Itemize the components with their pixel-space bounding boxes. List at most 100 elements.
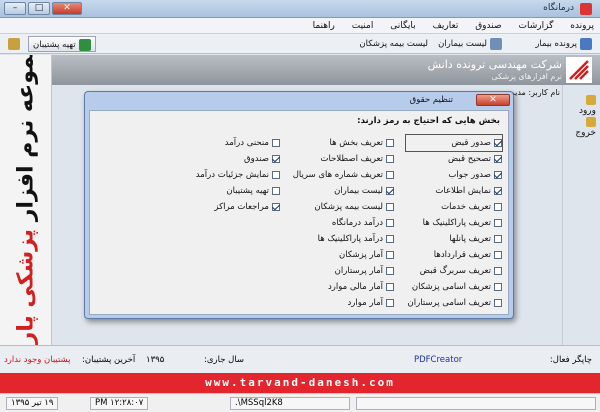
checkbox[interactable]	[272, 155, 280, 163]
permission-row[interactable]: لیست بیمه پزشکان	[294, 199, 394, 215]
permission-row[interactable]: آمار پزشکان	[294, 247, 394, 263]
permission-row[interactable]: درآمد درمانگاه	[294, 215, 394, 231]
patient-file-button[interactable]: پرونده بیمار	[535, 36, 592, 52]
permission-row[interactable]: تعریف شماره های سریال	[292, 167, 394, 183]
side-banner-part1: مجموعه نرم افزار	[13, 55, 39, 229]
product-line: نرم افزارهای پزشکی	[491, 72, 562, 81]
permission-row[interactable]: صدور قبض	[405, 134, 503, 152]
close-button[interactable]: ✕	[52, 2, 82, 15]
permission-row[interactable]: تعریف خدمات	[402, 199, 502, 215]
permission-row[interactable]: آمار مالی موارد	[294, 279, 394, 295]
menu-reports[interactable]: گزارشات	[519, 18, 554, 34]
checkbox[interactable]	[494, 267, 502, 275]
company-banner: شرکت مهندسی ترونده دانش نرم افزارهای پزش…	[52, 55, 600, 85]
menu-definitions[interactable]: تعاریف	[433, 18, 459, 34]
logout-button[interactable]: خروج	[575, 117, 596, 138]
permission-row[interactable]: تعریف اسامی پرستاران	[402, 295, 502, 311]
permission-row[interactable]: تعریف پانلها	[402, 231, 502, 247]
permission-label: تعریف شماره های سریال	[292, 170, 383, 180]
checkbox[interactable]	[494, 235, 502, 243]
menu-file[interactable]: پرونده	[570, 18, 594, 34]
checkbox[interactable]	[272, 187, 280, 195]
checkbox[interactable]	[494, 283, 502, 291]
permission-label: لیست بیمه پزشکان	[314, 202, 383, 212]
insurance-list-button[interactable]: لیست بیمه پزشکان	[359, 36, 428, 52]
permission-label: تعریف بخش ها	[329, 138, 384, 148]
settings-icon[interactable]	[8, 38, 20, 50]
permission-row[interactable]: نمایش اطلاعات	[402, 183, 502, 199]
server-cell: .\MSSql2K8	[230, 397, 350, 410]
permission-row[interactable]: مراجعات مراکز	[180, 199, 280, 215]
checkbox[interactable]	[386, 171, 394, 179]
permission-row[interactable]: تعریف اصطلاحات	[294, 151, 394, 167]
permission-row[interactable]: تعریف اسامی پزشکان	[402, 279, 502, 295]
website-url[interactable]: www.tarvand-danesh.com	[0, 376, 600, 389]
permission-row[interactable]: تهیه پشتیبان	[180, 183, 280, 199]
menu-help[interactable]: راهنما	[313, 18, 335, 34]
checkbox[interactable]	[386, 219, 394, 227]
checkbox[interactable]	[494, 155, 502, 163]
empty-cell	[356, 397, 596, 410]
permission-row[interactable]: صندوق	[180, 151, 280, 167]
permission-label: تعریف خدمات	[441, 202, 491, 212]
permission-row[interactable]: تعریف پاراکلینیک ها	[402, 215, 502, 231]
permission-row[interactable]: لیست بیماران	[294, 183, 394, 199]
permission-row[interactable]: آمار پرستاران	[294, 263, 394, 279]
permission-row[interactable]: آمار موارد	[294, 295, 394, 311]
checkbox[interactable]	[386, 283, 394, 291]
minimize-button[interactable]: –	[4, 2, 26, 15]
side-banner-text: مجموعه نرم افزار پزشکی پارسا	[14, 55, 39, 345]
permission-row[interactable]: نمایش جزئیات درآمد	[180, 167, 280, 183]
year-value: ۱۳۹۵	[146, 355, 165, 365]
checkbox[interactable]	[494, 299, 502, 307]
checkbox[interactable]	[494, 139, 502, 147]
checkbox[interactable]	[272, 171, 280, 179]
permission-row[interactable]: تصحیح قبض	[402, 151, 502, 167]
permission-row[interactable]: تعریف بخش ها	[294, 135, 394, 151]
logout-label: خروج	[575, 127, 596, 138]
checkbox[interactable]	[494, 251, 502, 259]
checkbox[interactable]	[386, 267, 394, 275]
permissions-column-2: تعریف بخش ها تعریف اصطلاحات تعریف شماره …	[292, 135, 394, 311]
toolbar: پرونده بیمار لیست بیماران لیست بیمه پزشک…	[0, 34, 600, 54]
last-backup-label: آخرین پشتیبان:	[82, 355, 136, 365]
dialog-close-button[interactable]: ✕	[476, 94, 510, 106]
permission-label: تعریف پانلها	[449, 234, 491, 244]
permission-row[interactable]: تعریف قراردادها	[402, 247, 502, 263]
checkbox[interactable]	[494, 171, 502, 179]
checkbox[interactable]	[272, 203, 280, 211]
permission-row[interactable]: صدور جواب	[402, 167, 502, 183]
patient-list-button[interactable]: لیست بیماران	[438, 36, 502, 52]
list-icon	[490, 37, 502, 50]
checkbox[interactable]	[386, 139, 394, 147]
dialog-heading: بخش هایی که احتیاج به رمز دارند:	[357, 116, 500, 126]
checkbox[interactable]	[386, 187, 394, 195]
checkbox[interactable]	[494, 187, 502, 195]
permission-row[interactable]: منحنی درآمد	[180, 135, 280, 151]
maximize-button[interactable]: □	[28, 2, 50, 15]
checkbox[interactable]	[386, 299, 394, 307]
checkbox[interactable]	[386, 155, 394, 163]
checkbox[interactable]	[386, 251, 394, 259]
key-icon	[586, 95, 596, 105]
checkbox[interactable]	[494, 219, 502, 227]
checkbox[interactable]	[386, 235, 394, 243]
checkbox[interactable]	[494, 203, 502, 211]
right-nav: ورود خروج	[562, 85, 600, 345]
backup-icon	[78, 38, 91, 51]
permission-label: تعریف اسامی پرستاران	[407, 298, 491, 308]
permissions-column-1: صدور قبض تصحیح قبض صدور جواب نمایش اطلاع…	[402, 134, 503, 311]
permission-row[interactable]: درآمد پاراکلینیک ها	[294, 231, 394, 247]
menu-security[interactable]: امنیت	[352, 18, 374, 34]
dialog-body: بخش هایی که احتیاج به رمز دارند: صدور قب…	[89, 110, 509, 315]
login-button[interactable]: ورود	[579, 95, 596, 116]
menu-archive[interactable]: بایگانی	[390, 18, 415, 34]
permission-label: تعریف پاراکلینیک ها	[422, 218, 491, 228]
permission-label: آمار پزشکان	[338, 250, 383, 260]
permission-label: تعریف سربرگ قبض	[419, 266, 491, 276]
backup-button[interactable]: تهیه پشتیبان	[28, 36, 96, 52]
permission-row[interactable]: تعریف سربرگ قبض	[402, 263, 502, 279]
menu-cashbox[interactable]: صندوق	[475, 18, 501, 34]
checkbox[interactable]	[272, 139, 280, 147]
checkbox[interactable]	[386, 203, 394, 211]
